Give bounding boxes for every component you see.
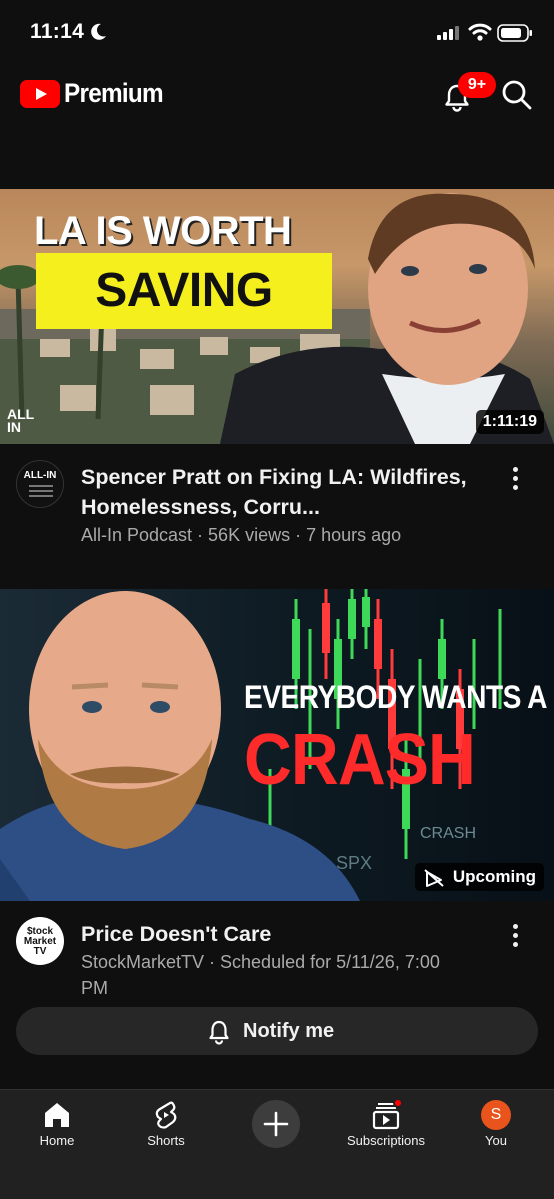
wifi-icon (468, 23, 492, 41)
notification-badge: 9+ (458, 72, 496, 98)
nav-label: Shorts (147, 1133, 185, 1148)
video-title[interactable]: Price Doesn't Care (81, 919, 491, 949)
home-icon (45, 1103, 69, 1127)
search-icon[interactable] (500, 78, 534, 112)
thumbnail-headline-highlight: SAVING (36, 253, 332, 329)
nav-label: You (485, 1133, 507, 1148)
nav-item-subscriptions[interactable]: Subscriptions (331, 1090, 441, 1160)
avatar-decoration (29, 495, 53, 497)
live-scheduled-icon (424, 869, 444, 887)
thumbnail-headline-top: LA IS WORTH (34, 209, 292, 253)
more-options-icon[interactable] (506, 921, 526, 949)
signal-icon (437, 26, 459, 40)
thumbnail-watermark: ALL IN (7, 406, 34, 435)
video-thumbnail-2[interactable]: EVERYBODY WANTS A CRASH CRASH SPX Upcomi… (0, 589, 554, 901)
video-subtitle: All-In Podcast · 56K views · 7 hours ago (81, 525, 402, 545)
nav-item-home[interactable]: Home (2, 1090, 112, 1160)
moon-icon (91, 23, 106, 40)
video-info-1[interactable]: ALL-IN Spencer Pratt on Fixing LA: Wildf… (0, 446, 554, 566)
shorts-icon (155, 1101, 177, 1129)
upcoming-badge: Upcoming (414, 863, 544, 891)
channel-avatar[interactable]: $tock Market TV (16, 917, 64, 965)
battery-icon (497, 24, 532, 42)
thumbnail-headline-main: CRASH (244, 720, 476, 800)
avatar: S (481, 1100, 511, 1130)
video-thumbnail-1[interactable]: LA IS WORTH SAVING ALL IN 1:11:19 (0, 189, 554, 444)
notify-me-button[interactable]: Notify me (16, 1007, 538, 1055)
avatar-logo-text: ALL-IN (23, 470, 57, 481)
more-options-icon[interactable] (506, 464, 526, 492)
plus-icon (263, 1111, 289, 1137)
bell-icon (209, 1020, 229, 1045)
video-subtitle: StockMarketTV · Scheduled for 5/11/26, 7… (81, 952, 440, 998)
video-info-2[interactable]: $tock Market TV Price Doesn't Care Stock… (0, 903, 554, 1003)
thumbnail-chart-label: CRASH (420, 825, 477, 842)
avatar-logo-text: $tock Market TV (23, 926, 57, 957)
nav-label: Subscriptions (346, 1133, 426, 1148)
video-title[interactable]: Spencer Pratt on Fixing LA: Wildfires, H… (81, 462, 491, 522)
thumbnail-headline-top: EVERYBODY WANTS A (244, 679, 547, 715)
upcoming-label: Upcoming (452, 867, 536, 886)
youtube-logo-icon[interactable] (20, 80, 62, 108)
channel-avatar[interactable]: ALL-IN (16, 460, 64, 508)
create-button[interactable] (252, 1100, 300, 1148)
brand-name[interactable]: Premium (64, 78, 164, 109)
status-time: 11:14 (30, 20, 85, 43)
avatar-decoration (29, 485, 53, 487)
status-bar: 11:14 (0, 0, 554, 62)
notify-me-label: Notify me (243, 1020, 335, 1042)
avatar-decoration (29, 490, 53, 492)
nav-label: Home (39, 1133, 75, 1148)
bottom-navigation: Home Shorts Subscriptions S You (0, 1089, 554, 1199)
nav-item-shorts[interactable]: Shorts (111, 1090, 221, 1160)
new-content-dot (393, 1098, 403, 1108)
nav-item-you[interactable]: S You (441, 1090, 551, 1160)
thumbnail-chart-label: SPX (336, 853, 373, 873)
video-duration: 1:11:19 (475, 410, 544, 434)
